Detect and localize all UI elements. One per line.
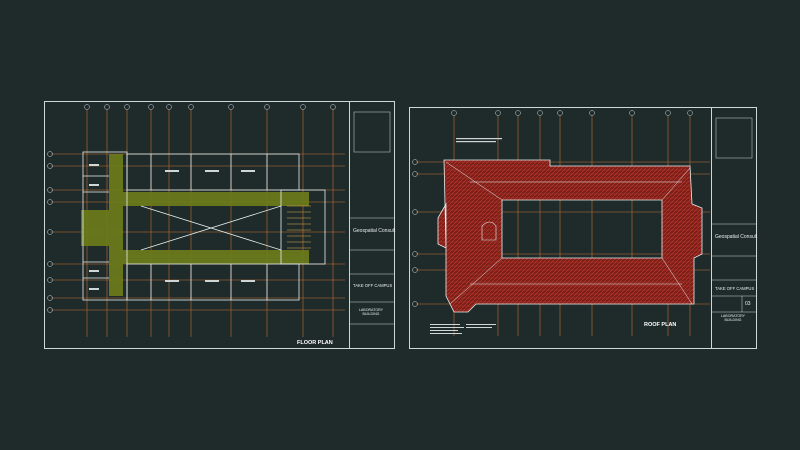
title-block-project: TAKE OFF CAMPUS xyxy=(353,283,393,288)
roof-title-block-company: Geospatial Consult xyxy=(715,234,758,240)
floor-plan-title: FLOOR PLAN xyxy=(297,340,333,346)
roof-title-block-drawing: LABORATORY BUILDING xyxy=(720,314,746,322)
title-block-company: Geospatial Consult xyxy=(353,228,396,234)
corridor-fill xyxy=(81,154,309,296)
seating-rows xyxy=(287,205,311,249)
roof-title-block-lines xyxy=(712,117,756,313)
roof-outline xyxy=(437,159,703,313)
grid-bubbles xyxy=(47,104,336,313)
roof-title-block-sheet-no: 03 xyxy=(745,301,751,307)
roof-plan-title: ROOF PLAN xyxy=(644,322,677,328)
roof-plan-drawing xyxy=(412,110,710,336)
floor-plan-drawing xyxy=(47,104,345,337)
floor-plan-sheet: FLOOR PLAN Geospatial Consult TAKE OFF C… xyxy=(44,101,395,349)
roof-plan-title-block: Geospatial Consult TAKE OFF CAMPUS 03 LA… xyxy=(711,108,758,348)
roof-plan-sheet: ROOF PLAN Geospatial Consult TAKE OFF CA… xyxy=(409,107,757,349)
floor-plan-title-block: Geospatial Consult TAKE OFF CAMPUS LABOR… xyxy=(349,102,396,348)
title-block-drawing: LABORATORY BUILDING xyxy=(358,308,384,316)
roof-title-block-project: TAKE OFF CAMPUS xyxy=(715,286,755,291)
